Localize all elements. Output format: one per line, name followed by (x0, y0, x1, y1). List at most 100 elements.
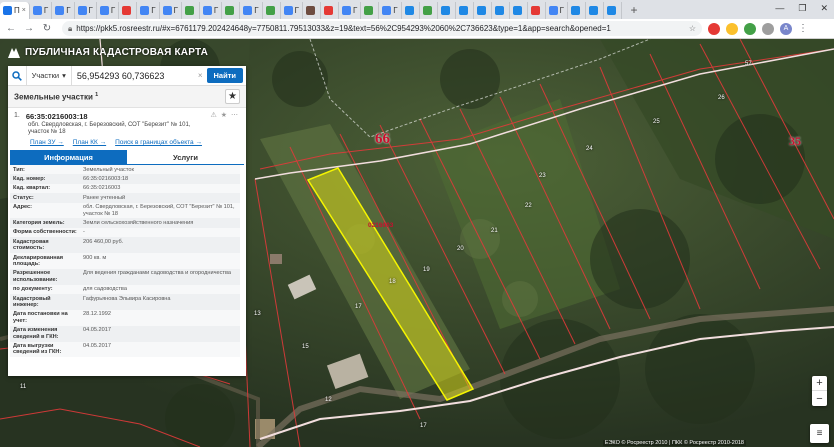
parcel-number-label: 17 (420, 423, 427, 429)
favicon-icon (184, 6, 194, 15)
browser-tab[interactable] (492, 2, 510, 19)
url-text: https://pkk5.rosreestr.ru/#x=6761179.202… (76, 24, 611, 33)
browser-tab[interactable] (222, 2, 241, 19)
browser-tab[interactable] (402, 2, 420, 19)
profile-avatar[interactable]: A (780, 22, 792, 35)
field-value: 28.12.1992 (83, 311, 111, 318)
favorite-star-button[interactable]: ★ (225, 89, 240, 104)
forward-icon[interactable]: → (22, 22, 36, 36)
browser-tab[interactable] (510, 2, 528, 19)
plan-zu-link[interactable]: План ЗУ → (30, 139, 64, 146)
browser-tab[interactable] (586, 2, 604, 19)
map-view[interactable]: ПУБЛИЧНАЯ КАДАСТРОВАЯ КАРТА 66 35 021600… (0, 39, 834, 447)
extension-icon[interactable] (744, 22, 756, 35)
browser-tab[interactable]: Г (137, 2, 160, 19)
browser-tab[interactable] (438, 2, 456, 19)
browser-tab[interactable] (321, 2, 339, 19)
zoom-out-button[interactable]: − (812, 391, 827, 406)
search-icon[interactable] (8, 66, 26, 86)
menu-icon[interactable]: ⋮ (796, 22, 810, 36)
back-icon[interactable]: ← (4, 22, 18, 36)
browser-tab[interactable]: Г (379, 2, 402, 19)
browser-tab[interactable] (604, 2, 622, 19)
table-row: Статус: Ранее учтенный (10, 193, 240, 203)
field-label: Кадастровая стоимость: (13, 238, 49, 252)
zoom-in-button[interactable]: + (812, 376, 827, 391)
field-label: Адрес: (13, 204, 33, 211)
browser-tab[interactable] (456, 2, 474, 19)
extension-icon[interactable] (762, 22, 774, 35)
parcel-number-label: 19 (423, 267, 430, 273)
browser-tab[interactable]: Г (200, 2, 223, 19)
browser-tab[interactable]: Г (97, 2, 120, 19)
table-row: Декларированная площадь: 900 кв. м (10, 253, 240, 269)
find-button[interactable]: Найти (206, 68, 243, 83)
browser-tab[interactable] (303, 2, 321, 19)
extension-icon[interactable] (708, 22, 720, 35)
app-header: ПУБЛИЧНАЯ КАДАСТРОВАЯ КАРТА (8, 47, 208, 58)
close-icon[interactable]: ✕ (820, 3, 828, 14)
table-row: Кад. квартал: 66:35:0216003 (10, 183, 240, 194)
browser-tab[interactable]: Г (281, 2, 303, 19)
search-input[interactable] (71, 66, 194, 85)
plan-kk-link[interactable]: План КК → (73, 139, 106, 146)
favicon-icon (32, 6, 42, 15)
new-tab-button[interactable]: + (626, 2, 642, 18)
browser-tab[interactable] (182, 2, 200, 19)
table-row: Тип: Земельный участок (10, 165, 240, 175)
field-label: по документу: (13, 286, 53, 293)
tab-close-icon[interactable]: × (22, 7, 26, 14)
browser-tab[interactable]: П × (0, 2, 30, 19)
browser-tab[interactable]: Г (52, 2, 75, 19)
browser-tab[interactable] (119, 2, 138, 19)
maximize-icon[interactable]: ❐ (798, 3, 806, 14)
clear-search-icon[interactable]: × (194, 71, 207, 80)
field-label: Дата изменения сведений в ГКН: (13, 327, 59, 340)
favicon-icon (122, 6, 132, 15)
section-header: Земельные участки 1 ★ (8, 86, 246, 108)
field-value[interactable]: 66:35:0216003 (80, 184, 240, 193)
layers-icon[interactable]: ≡ (810, 424, 829, 443)
warning-icon[interactable]: ⚠ (210, 111, 216, 119)
parcel-number-label: 15 (302, 344, 309, 350)
browser-tab[interactable]: Г (160, 2, 182, 19)
result-cad-number[interactable]: 66:35:0216003:18 (26, 112, 88, 121)
tab-services[interactable]: Услуги (127, 150, 244, 165)
reload-icon[interactable]: ↻ (40, 22, 54, 36)
browser-tab[interactable] (420, 2, 438, 19)
browser-tab[interactable] (528, 2, 546, 19)
browser-tab[interactable] (568, 2, 586, 19)
favicon-icon (588, 6, 598, 15)
field-value: 900 кв. м (83, 254, 107, 261)
browser-tab[interactable] (263, 2, 281, 19)
bookmark-star-icon[interactable]: ☆ (689, 24, 696, 33)
table-row: Дата изменения сведений в ГКН: 04.05.2017 (10, 325, 240, 342)
browser-tab[interactable]: Г (75, 2, 97, 19)
info-tabs: Информация Услуги (10, 150, 244, 165)
logo-icon (8, 47, 20, 58)
browser-tab[interactable] (474, 2, 492, 19)
window-controls: — ❐ ✕ (775, 3, 828, 14)
result-item[interactable]: 1. 66:35:0216003:18 ⚠ ★ ⋯ обл. Свердловс… (8, 108, 246, 146)
star-icon[interactable]: ★ (221, 111, 227, 119)
parcel-number-label: 26 (718, 95, 725, 101)
search-in-bounds-link[interactable]: Поиск в границах объекта → (115, 139, 202, 146)
extension-icon[interactable] (726, 22, 738, 35)
favicon-icon (243, 6, 253, 15)
browser-tab[interactable]: Г (339, 2, 362, 19)
search-type-select[interactable]: Участки ▾ (25, 66, 72, 86)
browser-tab[interactable]: Г (240, 2, 263, 19)
tab-label: Г (173, 6, 178, 15)
browser-tab[interactable]: Г (546, 2, 568, 19)
tab-label: Г (66, 6, 71, 15)
minimize-icon[interactable]: — (775, 3, 784, 14)
parcel-number-label: 25 (653, 119, 660, 125)
favicon-icon (265, 6, 275, 15)
url-field[interactable]: 🔒︎ https://pkk5.rosreestr.ru/#x=6761179.… (62, 21, 702, 36)
field-value[interactable]: 66:35:0216003:18 (80, 174, 240, 183)
favicon-icon (458, 6, 468, 15)
tab-info[interactable]: Информация (10, 150, 127, 165)
browser-tab[interactable]: Г (30, 2, 53, 19)
browser-tab[interactable] (361, 2, 380, 19)
more-icon[interactable]: ⋯ (231, 111, 238, 119)
